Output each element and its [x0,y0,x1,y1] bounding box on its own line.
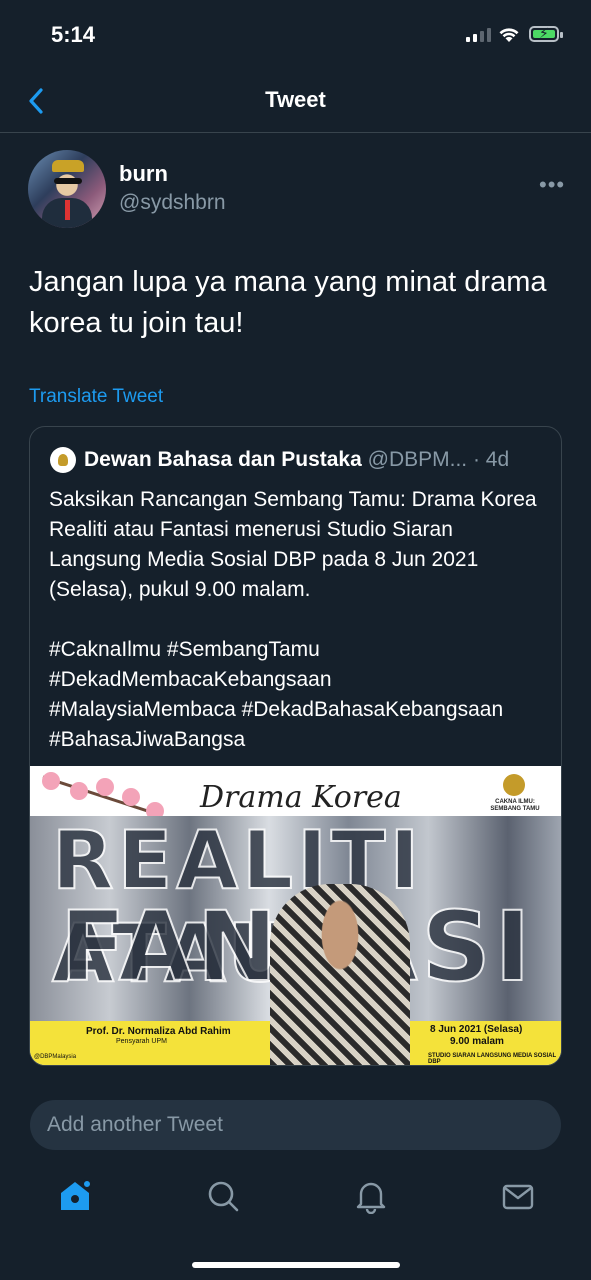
blossom [42,772,60,790]
search-icon[interactable] [205,1178,241,1214]
poster-time: 9.00 malam [450,1036,504,1047]
more-options-icon[interactable]: ••• [539,172,565,198]
quoted-timestamp: · 4d [472,448,510,471]
wifi-icon [499,28,519,42]
status-bar: 5:14 ⚡ [0,0,591,70]
blossom [122,788,140,806]
quoted-text: Saksikan Rancangan Sembang Tamu: Drama K… [49,488,537,751]
messages-icon[interactable] [500,1178,536,1214]
quoted-tweet[interactable]: Dewan Bahasa dan Pustaka @DBPM... · 4d S… [29,426,562,1066]
author-handle[interactable]: @sydshbrn [119,191,226,215]
poster-speaker-role: Pensyarah UPM [116,1038,167,1045]
poster-socials: @DBPMalaysia [34,1054,77,1060]
reply-input[interactable]: Add another Tweet [30,1100,561,1150]
avatar[interactable] [28,150,106,228]
quoted-author-handle: @DBPM... [367,448,468,471]
quoted-header: Dewan Bahasa dan Pustaka @DBPM... · 4d [84,448,509,472]
poster-studio: STUDIO SIARAN LANGSUNG MEDIA SOSIAL DBP [428,1053,557,1065]
blossom [70,782,88,800]
home-icon[interactable] [57,1178,93,1214]
author-name[interactable]: burn [119,161,168,187]
poster-subtitle: Drama Korea [200,780,402,815]
blossom [96,778,114,796]
home-indicator [192,1262,400,1268]
tweet-text: Jangan lupa ya mana yang minat drama kor… [29,266,547,339]
poster-image[interactable]: Drama Korea CAKNA ILMU: SEMBANG TAMU REA… [30,766,561,1065]
quoted-avatar [50,447,76,473]
poster-date: 8 Jun 2021 (Selasa) [430,1024,523,1035]
dbp-logo-icon [503,774,525,796]
translate-tweet-link[interactable]: Translate Tweet [29,386,163,408]
speaker-photo [270,884,410,1065]
quoted-author-name: Dewan Bahasa dan Pustaka [84,448,362,471]
notifications-icon[interactable] [353,1178,389,1214]
cellular-signal-icon [466,28,491,42]
page-title: Tweet [265,87,326,112]
battery-icon: ⚡ [529,25,563,42]
status-time: 5:14 [51,22,96,47]
nav-bar: Tweet [0,70,591,133]
poster-logo-text: CAKNA ILMU: SEMBANG TAMU [490,799,540,812]
poster-speaker: Prof. Dr. Normaliza Abd Rahim [86,1026,231,1037]
reply-placeholder: Add another Tweet [47,1113,223,1136]
